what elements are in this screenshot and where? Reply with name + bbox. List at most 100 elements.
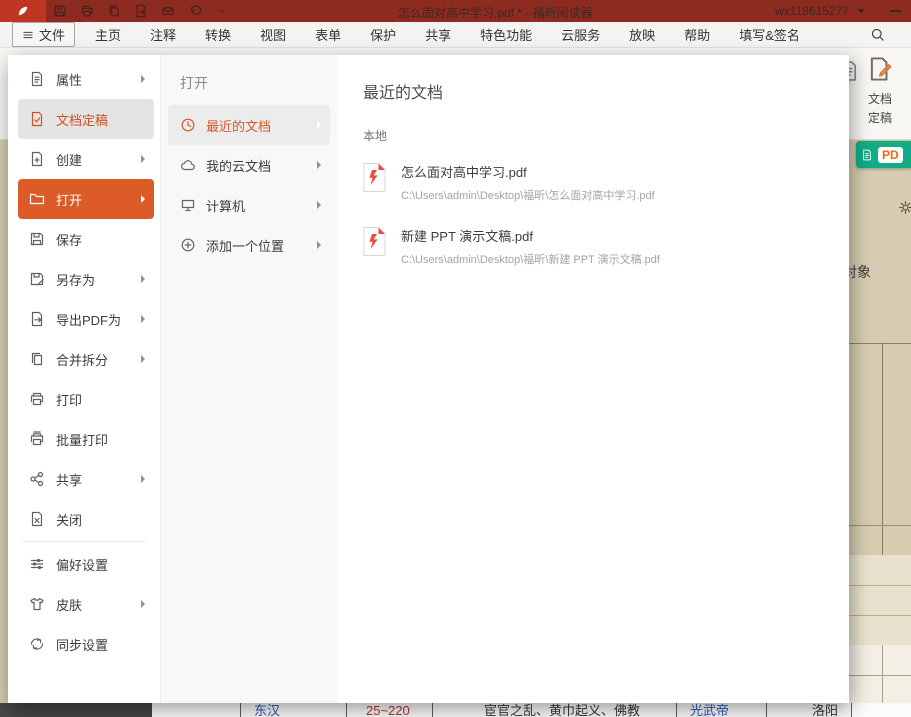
backstage-item-properties[interactable]: 属性 [18,59,154,99]
recent-documents-pane: 最近的文档 本地 怎么面对高中学习.pdf C:\Users\admin\Des… [337,55,849,703]
menu-tab-features[interactable]: 特色功能 [480,25,532,44]
monitor-icon [180,197,196,213]
pdf-convert-widget[interactable]: PD [856,141,911,168]
backstage-item-save-as[interactable]: 另存为 [18,259,154,299]
plus-circle-icon [180,237,196,253]
menu-tab-comment[interactable]: 注释 [150,25,176,44]
table-line [346,703,347,717]
pdf-file-icon [363,227,386,256]
export-icon [134,4,148,18]
clock-icon [180,117,196,133]
backstage-item-export-pdf[interactable]: 导出PDF为 [18,299,154,339]
menu-tab-file-label: 文件 [39,25,65,44]
menu-bar: 文件 主页 注释 转换 视图 表单 保护 共享 特色功能 云服务 放映 帮助 填… [0,22,911,48]
doc-plus-icon [29,151,45,167]
menu-tab-home[interactable]: 主页 [95,25,121,44]
recent-doc-item[interactable]: 怎么面对高中学习.pdf C:\Users\admin\Desktop\福昕\怎… [363,162,833,208]
table-cell: 宦官之乱、黄巾起义、佛教 [484,703,640,717]
menu-tab-share[interactable]: 共享 [425,25,451,44]
close-doc-icon [29,511,45,527]
table-line [851,703,852,717]
recent-doc-path: C:\Users\admin\Desktop\福昕\怎么面对高中学习.pdf [401,187,655,203]
pd-badge: PD [878,147,903,163]
undo-icon [188,4,202,18]
backstage-item-preferences[interactable]: 偏好设置 [18,544,154,584]
recent-doc-meta: 新建 PPT 演示文稿.pdf C:\Users\admin\Desktop\福… [401,226,660,267]
backstage-item-label: 文档定稿 [56,110,108,129]
menu-tab-file[interactable]: 文件 [12,22,75,47]
qat-customize-button[interactable] [214,4,229,19]
backstage-item-share[interactable]: 共享 [18,459,154,499]
subnav-item-add-place[interactable]: 添加一个位置 [168,225,330,265]
export-icon [29,311,45,327]
menu-tab-form[interactable]: 表单 [315,25,341,44]
submenu-arrow-icon [317,201,321,209]
qat-print-button[interactable] [79,4,94,19]
menu-tab-fill-sign[interactable]: 填写&签名 [739,25,800,44]
subnav-item-recent-docs[interactable]: 最近的文档 [168,105,330,145]
qat-save-button[interactable] [52,4,67,19]
backstage-item-label: 创建 [56,150,82,169]
backstage-nav: 属性 文档定稿 创建 打开 保存 另 [8,55,160,703]
pages-icon [29,351,45,367]
hamburger-icon [22,29,34,41]
print-icon [29,391,45,407]
pdf-file-icon [363,163,386,192]
foxit-logo[interactable] [0,0,46,22]
recent-doc-item[interactable]: 新建 PPT 演示文稿.pdf C:\Users\admin\Desktop\福… [363,226,833,272]
backstage-item-skin[interactable]: 皮肤 [18,584,154,624]
open-submenu-header: 打开 [180,73,337,93]
minimize-button[interactable] [890,10,901,12]
backstage-item-sync-settings[interactable]: 同步设置 [18,624,154,664]
backstage-item-label: 同步设置 [56,635,108,654]
menu-tab-slideshow[interactable]: 放映 [629,25,655,44]
document-bottom-row: 东汉 25~220 宦官之乱、黄巾起义、佛教 光武帝 洛阳 [0,703,911,717]
subnav-item-cloud-docs[interactable]: 我的云文档 [168,145,330,185]
account-name[interactable]: wx118615277 [775,4,849,18]
submenu-arrow-icon [141,475,145,483]
menu-tab-cloud[interactable]: 云服务 [561,25,600,44]
backstage-item-create[interactable]: 创建 [18,139,154,179]
backstage-item-save[interactable]: 保存 [18,219,154,259]
qat-undo-button[interactable] [187,4,202,19]
account-chevron-icon[interactable] [857,9,865,13]
backstage-item-label: 打开 [56,190,82,209]
menu-tab-view[interactable]: 视图 [260,25,286,44]
qat-email-button[interactable] [160,4,175,19]
menu-tab-protect[interactable]: 保护 [370,25,396,44]
subnav-item-label: 计算机 [206,196,245,215]
finalize-document-label: 文档定稿 [863,90,897,128]
submenu-arrow-icon [141,75,145,83]
backstage-item-finalize[interactable]: 文档定稿 [18,99,154,139]
subnav-item-computer[interactable]: 计算机 [168,185,330,225]
table-line [240,703,241,717]
table-cell: 东汉 [254,703,280,717]
object-panel-label: 对象 [849,262,871,282]
search-button[interactable] [869,27,885,43]
settings-gear-button[interactable] [897,200,911,216]
subnav-item-label: 添加一个位置 [206,236,284,255]
document-canvas-right: 对象 [849,140,911,703]
doc-check-icon [29,111,45,127]
backstage-item-print[interactable]: 打印 [18,379,154,419]
menu-tab-help[interactable]: 帮助 [684,25,710,44]
submenu-arrow-icon [317,161,321,169]
backstage-item-open[interactable]: 打开 [18,179,154,219]
app-window: 怎么面对高中学习.pdf * - 福昕阅读器 wx118615277 文件 主页… [0,0,911,717]
qat-copy-button[interactable] [106,4,121,19]
backstage-item-label: 打印 [56,390,82,409]
backstage-item-label: 皮肤 [56,595,82,614]
backstage-item-merge-split[interactable]: 合并拆分 [18,339,154,379]
properties-icon [29,71,45,87]
folder-icon [29,191,45,207]
qat-export-button[interactable] [133,4,148,19]
save-icon [53,4,67,18]
backstage-item-close[interactable]: 关闭 [18,499,154,539]
backstage-item-batch-print[interactable]: 批量打印 [18,419,154,459]
table-band [849,645,911,703]
submenu-arrow-icon [141,315,145,323]
finalize-document-button[interactable]: 文档定稿 [850,56,910,128]
table-line [432,703,433,717]
menu-tab-convert[interactable]: 转换 [205,25,231,44]
title-bar: 怎么面对高中学习.pdf * - 福昕阅读器 wx118615277 [0,0,911,22]
